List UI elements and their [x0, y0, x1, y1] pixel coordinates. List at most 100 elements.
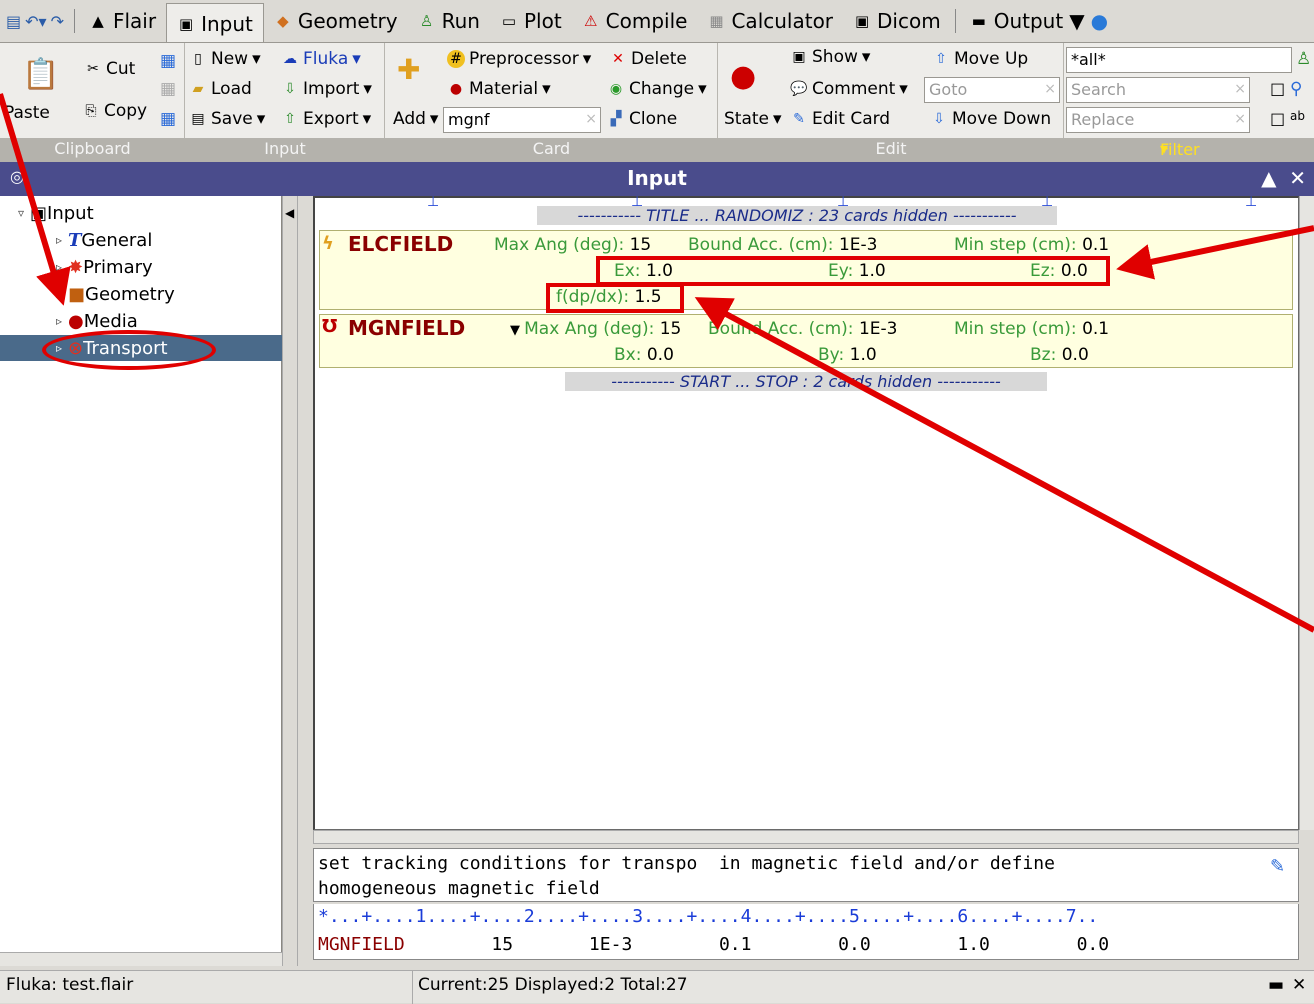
field-bound-acc[interactable]: Bound Acc. (cm): 1E-3	[708, 319, 897, 339]
input-icon: ▣	[30, 202, 48, 224]
material-icon: ●	[449, 81, 463, 97]
tree-horizontal-scrollbar[interactable]	[0, 952, 282, 966]
pane-splitter[interactable]: ◀	[282, 196, 298, 966]
run-icon[interactable]: ♙	[1296, 49, 1311, 69]
help-icon[interactable]: ●	[1091, 9, 1108, 33]
tab-flair[interactable]: ▲ Flair	[79, 4, 166, 38]
replace-input[interactable]: Replace ×	[1066, 107, 1250, 133]
move-up-button[interactable]: ⇧ Move Up	[932, 49, 1028, 69]
filter-label[interactable]: Filter ▾	[1160, 139, 1200, 159]
card-horizontal-scrollbar[interactable]	[313, 830, 1299, 844]
field-by[interactable]: By: 1.0	[818, 345, 877, 365]
new-button[interactable]: ▯ New ▾	[189, 49, 261, 69]
checkbox[interactable]: ☐	[1270, 81, 1285, 101]
state-button[interactable]: State ▾	[724, 109, 782, 129]
field-bz[interactable]: Bz: 0.0	[1030, 345, 1089, 365]
expand-icon[interactable]: ▹	[56, 233, 68, 247]
paste-button[interactable]: Paste	[4, 103, 50, 123]
material-button[interactable]: ● Material ▾	[447, 79, 551, 99]
collapse-left-icon[interactable]: ◀	[285, 206, 294, 220]
load-button[interactable]: ▰ Load	[189, 79, 252, 99]
panel-titlebar: ◎ Input ▲ ✕	[0, 162, 1314, 196]
grid-icon[interactable]: ▦	[160, 79, 176, 99]
card-name: MGNFIELD	[348, 316, 466, 340]
edit-group: ● State ▾ ▣ Show ▾ 💬 Comment ▾ ✎ Edit Card ⇧ Mo…	[718, 43, 1064, 139]
fluka-icon: ☁	[283, 51, 297, 67]
field-bound-acc[interactable]: Bound Acc. (cm): 1E-3	[688, 235, 877, 255]
tab-input[interactable]: ▣ Input	[166, 3, 264, 43]
clone-button[interactable]: ▞ Clone	[607, 109, 678, 129]
cut-button[interactable]: ✂ Cut	[84, 59, 135, 79]
clear-icon[interactable]: ×	[585, 111, 597, 127]
card-mgnfield[interactable]: Ʊ MGNFIELD ▼ Max Ang (deg): 15 Bound Acc…	[319, 314, 1293, 368]
add-button[interactable]: Add ▾	[393, 109, 438, 129]
tab-geometry[interactable]: ◆ Geometry	[264, 4, 408, 38]
move-down-button[interactable]: ⇩ Move Down	[930, 109, 1051, 129]
expand-icon[interactable]: ▹	[56, 260, 68, 274]
tree-node-geometry[interactable]: ▹ ■ Geometry	[56, 281, 175, 307]
quick-access-toolbar: ▤ ↶▾ ↷	[0, 12, 70, 31]
grid-icon[interactable]: ▦	[160, 109, 176, 129]
change-button[interactable]: ◉ Change ▾	[607, 79, 707, 99]
close-icon[interactable]: ✕	[1289, 166, 1306, 190]
hidden-cards-top[interactable]: ----------- TITLE ... RANDOMIZ : 23 card…	[537, 206, 1057, 225]
dicom-icon: ▣	[854, 12, 870, 30]
copy-button[interactable]: ⎘ Copy	[82, 101, 147, 121]
save-icon[interactable]: ▤	[6, 12, 21, 31]
tab-output[interactable]: ▬ Output ▼ ●	[960, 4, 1118, 38]
state-icon[interactable]: ●	[730, 59, 756, 94]
card-group: ✚ Add ▾ mgnf × # Preprocessor ▾ ● Material ▾ ✕…	[385, 43, 718, 139]
export-button[interactable]: ⇧ Export ▾	[281, 109, 371, 129]
goto-input[interactable]: Goto ×	[924, 77, 1060, 103]
filter-input[interactable]: *all*	[1066, 47, 1292, 73]
tree-node-input[interactable]: ▿ ▣ Input	[18, 200, 94, 226]
hidden-cards-bottom[interactable]: ----------- START ... STOP : 2 cards hid…	[565, 372, 1047, 391]
import-button[interactable]: ⇩ Import ▾	[281, 79, 372, 99]
terminal-icon[interactable]: ▬	[1268, 975, 1284, 995]
field-min-step[interactable]: Min step (cm): 0.1	[954, 319, 1109, 339]
search-icon[interactable]: ⚲	[1290, 79, 1302, 99]
add-card-input[interactable]: mgnf ×	[443, 107, 601, 133]
expand-icon[interactable]: ▹	[56, 314, 68, 328]
tab-compile[interactable]: ⚠ Compile	[572, 4, 698, 38]
fluka-button[interactable]: ☁ Fluka ▾	[281, 49, 361, 69]
grid-icon[interactable]: ▦	[160, 51, 176, 71]
checkbox[interactable]: ☐	[1270, 111, 1285, 131]
clipboard-label: Clipboard	[54, 139, 131, 158]
tab-dicom[interactable]: ▣ Dicom	[843, 4, 951, 38]
card-vertical-scrollbar[interactable]	[1299, 196, 1314, 830]
maximize-icon[interactable]: ▲	[1261, 166, 1276, 190]
field-min-step[interactable]: Min step (cm): 0.1	[954, 235, 1109, 255]
expand-icon[interactable]: ▹	[56, 287, 68, 301]
search-input[interactable]: Search ×	[1066, 77, 1250, 103]
preprocessor-button[interactable]: # Preprocessor ▾	[447, 49, 591, 69]
clear-icon[interactable]: ×	[1234, 111, 1246, 127]
undo-icon[interactable]: ↶▾	[25, 12, 46, 31]
replace-icon[interactable]: ab	[1290, 109, 1305, 123]
collapse-icon[interactable]: ▿	[18, 206, 30, 220]
tab-run[interactable]: ♙ Run	[408, 4, 490, 38]
edit-card-button[interactable]: ✎ Edit Card	[790, 109, 890, 129]
clear-icon[interactable]: ×	[1044, 81, 1056, 97]
chevron-down-icon[interactable]: ▼	[1069, 9, 1084, 33]
tree-node-general[interactable]: ▹ T General	[56, 227, 152, 253]
field-max-ang[interactable]: Max Ang (deg): 15	[494, 235, 651, 255]
tab-plot[interactable]: ▭ Plot	[490, 4, 572, 38]
tab-calculator[interactable]: ▦ Calculator	[697, 4, 843, 38]
clear-icon[interactable]: ×	[1234, 81, 1246, 97]
field-max-ang[interactable]: ▼ Max Ang (deg): 15	[510, 319, 681, 339]
redo-icon[interactable]: ↷	[51, 12, 64, 31]
pencil-icon: ✎	[793, 111, 805, 127]
delete-button[interactable]: ✕ Delete	[609, 49, 687, 69]
edit-description-icon[interactable]: ✎	[1270, 856, 1285, 877]
collapse-icon[interactable]: ▼	[510, 323, 524, 338]
field-bx[interactable]: Bx: 0.0	[614, 345, 674, 365]
save-button[interactable]: ▤ Save ▾	[189, 109, 265, 129]
show-button[interactable]: ▣ Show ▾	[790, 47, 870, 67]
add-card-icon[interactable]: ✚	[397, 53, 420, 86]
paste-icon[interactable]: 📋	[22, 57, 59, 92]
tools-icon[interactable]: ✕	[1292, 975, 1306, 995]
comment-button[interactable]: 💬 Comment ▾	[790, 79, 908, 99]
tree-node-primary[interactable]: ▹ ✸ Primary	[56, 254, 153, 280]
input-tree: ▿ ▣ Input ▹ T General ▹ ✸ Primary ▹ ■ Geometry ▹…	[0, 196, 282, 952]
